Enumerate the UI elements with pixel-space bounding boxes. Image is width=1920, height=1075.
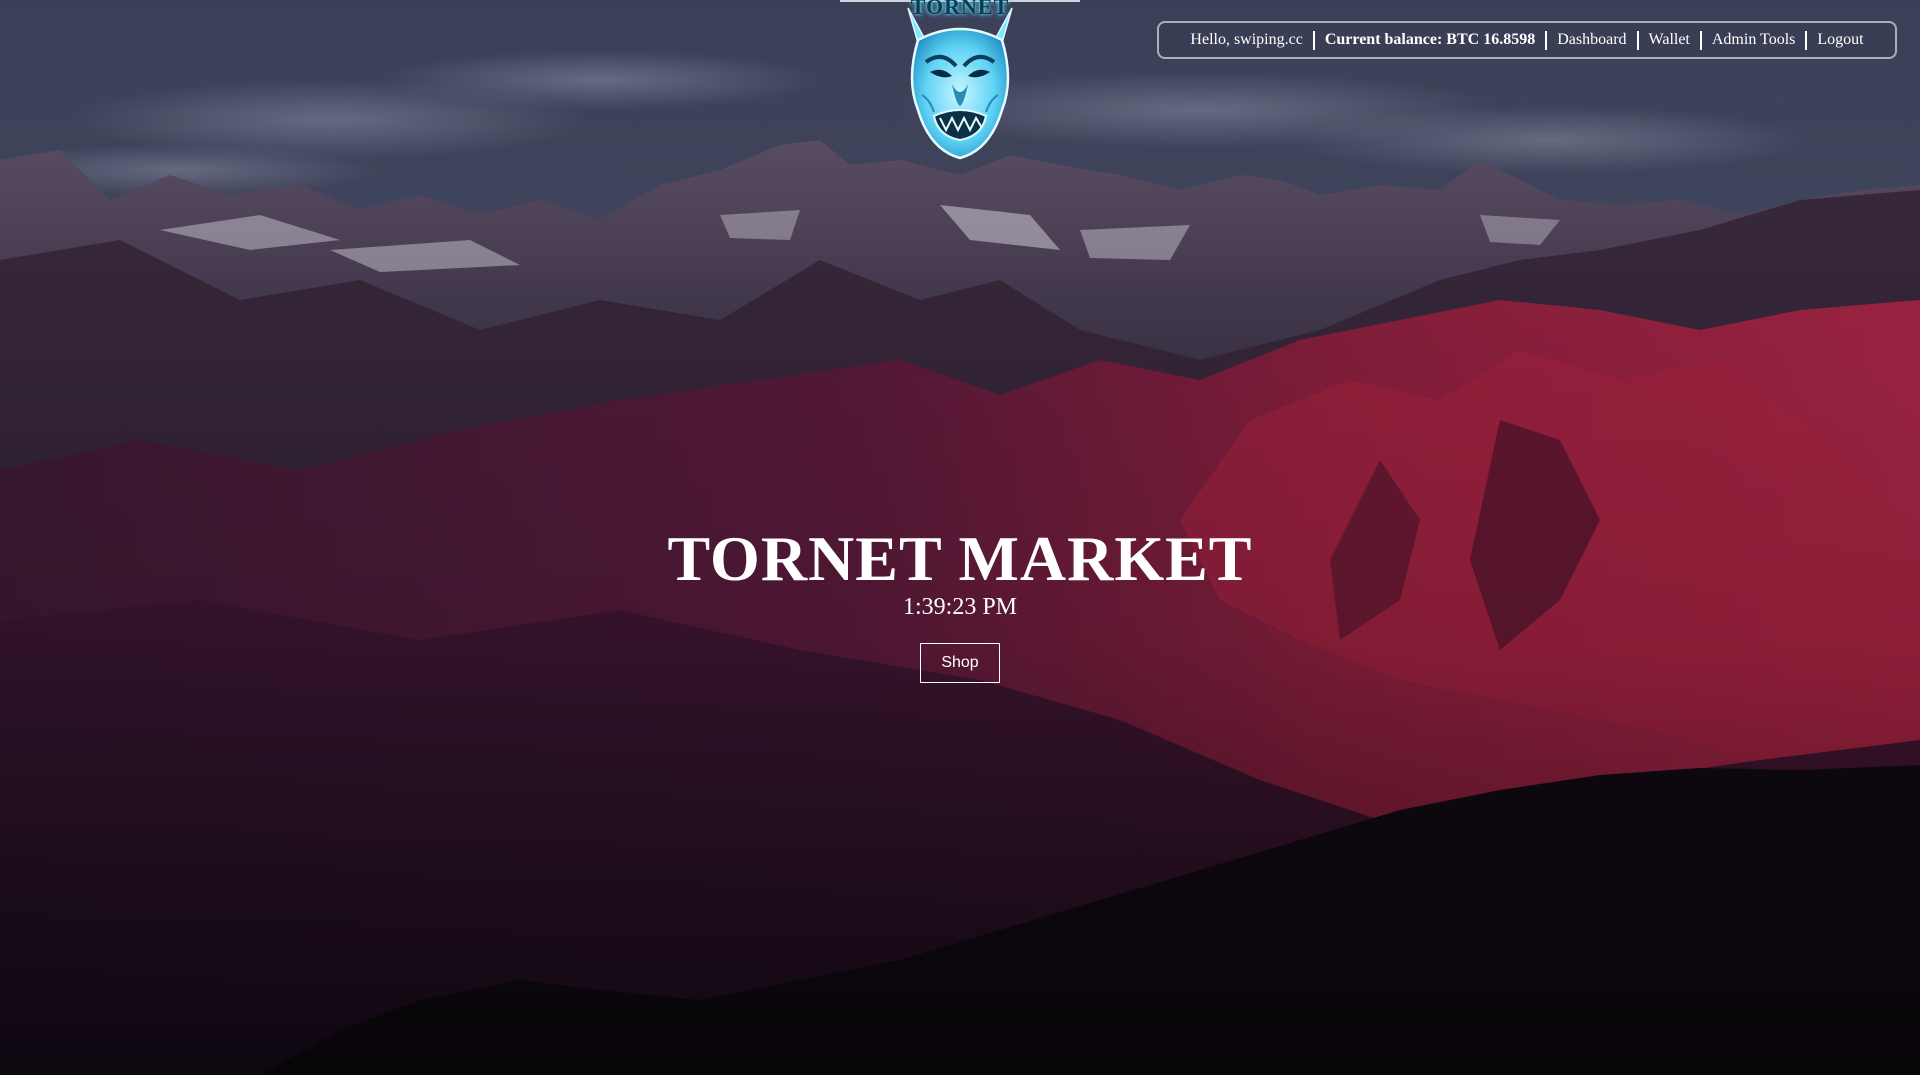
page: TORNET Hello, swiping.cc Current balance…	[0, 0, 1920, 1075]
nav-link-dashboard[interactable]: Dashboard	[1547, 31, 1636, 49]
clock-display: 1:39:23 PM	[902, 594, 1018, 620]
logo-text: TORNET	[910, 0, 1010, 19]
balance-text: Current balance: BTC 16.8598	[1324, 31, 1536, 48]
nav-link-wallet[interactable]: Wallet	[1639, 31, 1700, 49]
top-nav: Hello, swiping.cc Current balance: BTC 1…	[1157, 21, 1897, 59]
shop-button[interactable]: Shop	[920, 643, 1000, 683]
site-logo[interactable]: TORNET	[890, 0, 1030, 165]
nav-link-admin-tools[interactable]: Admin Tools	[1702, 31, 1805, 49]
oni-mask-icon	[907, 7, 1013, 160]
greeting-text: Hello, swiping.cc	[1190, 31, 1303, 48]
nav-link-logout[interactable]: Logout	[1807, 31, 1873, 49]
page-title: TORNET MARKET	[667, 522, 1253, 594]
